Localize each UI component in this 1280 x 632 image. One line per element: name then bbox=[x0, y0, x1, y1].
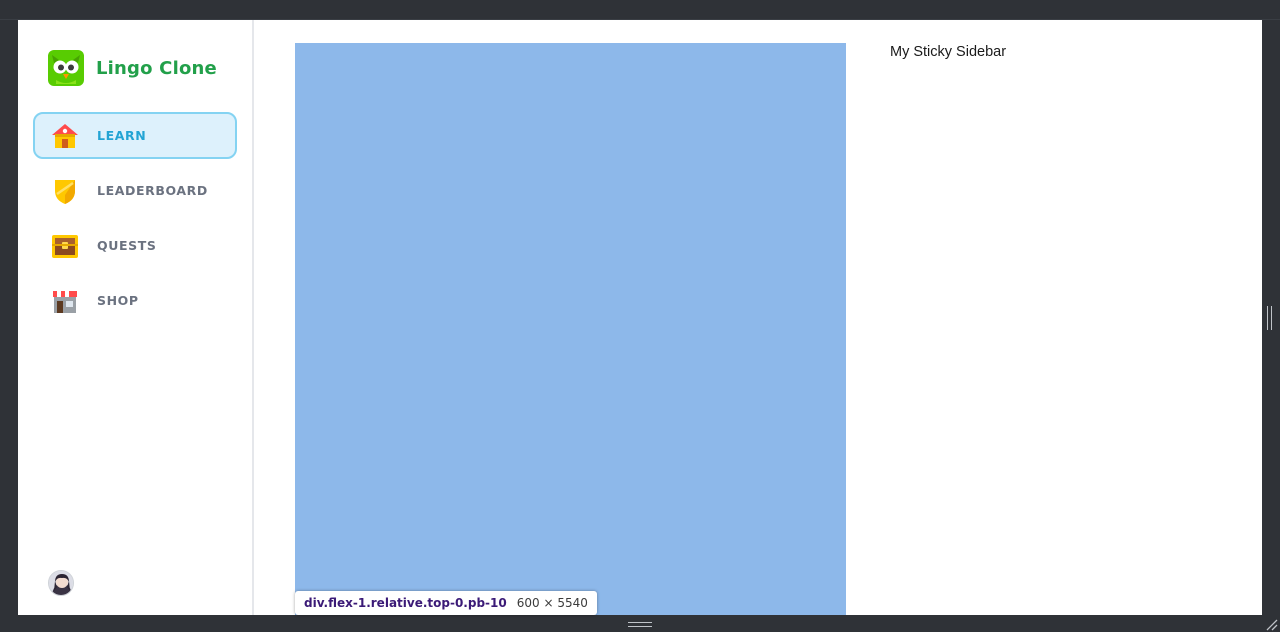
sidebar-nav: LEARN LEADERBOARD QUESTS SHOP bbox=[33, 112, 237, 332]
quests-chest-icon bbox=[49, 230, 81, 262]
sidebar-item-label: QUESTS bbox=[97, 238, 157, 253]
page-viewport: Lingo Clone LEARN LEADERBOARD QUESTS SHO… bbox=[18, 20, 1262, 615]
sidebar-item-label: LEARN bbox=[97, 128, 147, 143]
user-avatar[interactable] bbox=[48, 570, 74, 596]
side-resize-handle[interactable] bbox=[1267, 306, 1272, 330]
leaderboard-shield-icon bbox=[49, 175, 81, 207]
owl-logo-icon bbox=[48, 50, 84, 86]
learn-house-icon bbox=[49, 120, 81, 152]
main-content-block bbox=[295, 43, 846, 615]
sidebar-item-shop[interactable]: SHOP bbox=[33, 277, 237, 324]
shop-store-icon bbox=[49, 285, 81, 317]
brand-name: Lingo Clone bbox=[96, 57, 217, 79]
sticky-sidebar-title: My Sticky Sidebar bbox=[890, 44, 1007, 60]
inspector-selector: div.flex-1.relative.top-0.pb-10 bbox=[304, 596, 507, 610]
sidebar-item-leaderboard[interactable]: LEADERBOARD bbox=[33, 167, 237, 214]
devtools-top-bar bbox=[0, 0, 1280, 20]
sidebar-item-label: LEADERBOARD bbox=[97, 183, 208, 198]
resize-corner-icon[interactable] bbox=[1264, 617, 1278, 631]
sidebar-item-label: SHOP bbox=[97, 293, 139, 308]
brand[interactable]: Lingo Clone bbox=[48, 50, 217, 86]
devtools-frame: Lingo Clone LEARN LEADERBOARD QUESTS SHO… bbox=[0, 0, 1280, 632]
inspector-tooltip: div.flex-1.relative.top-0.pb-10 600 × 55… bbox=[295, 591, 597, 615]
inspector-dimensions: 600 × 5540 bbox=[516, 596, 588, 610]
sidebar-item-quests[interactable]: QUESTS bbox=[33, 222, 237, 269]
sidebar-item-learn[interactable]: LEARN bbox=[33, 112, 237, 159]
avatar-image-icon bbox=[49, 571, 73, 595]
app-sidebar: Lingo Clone LEARN LEADERBOARD QUESTS SHO… bbox=[18, 20, 254, 615]
dock-resize-handle[interactable] bbox=[628, 622, 652, 627]
